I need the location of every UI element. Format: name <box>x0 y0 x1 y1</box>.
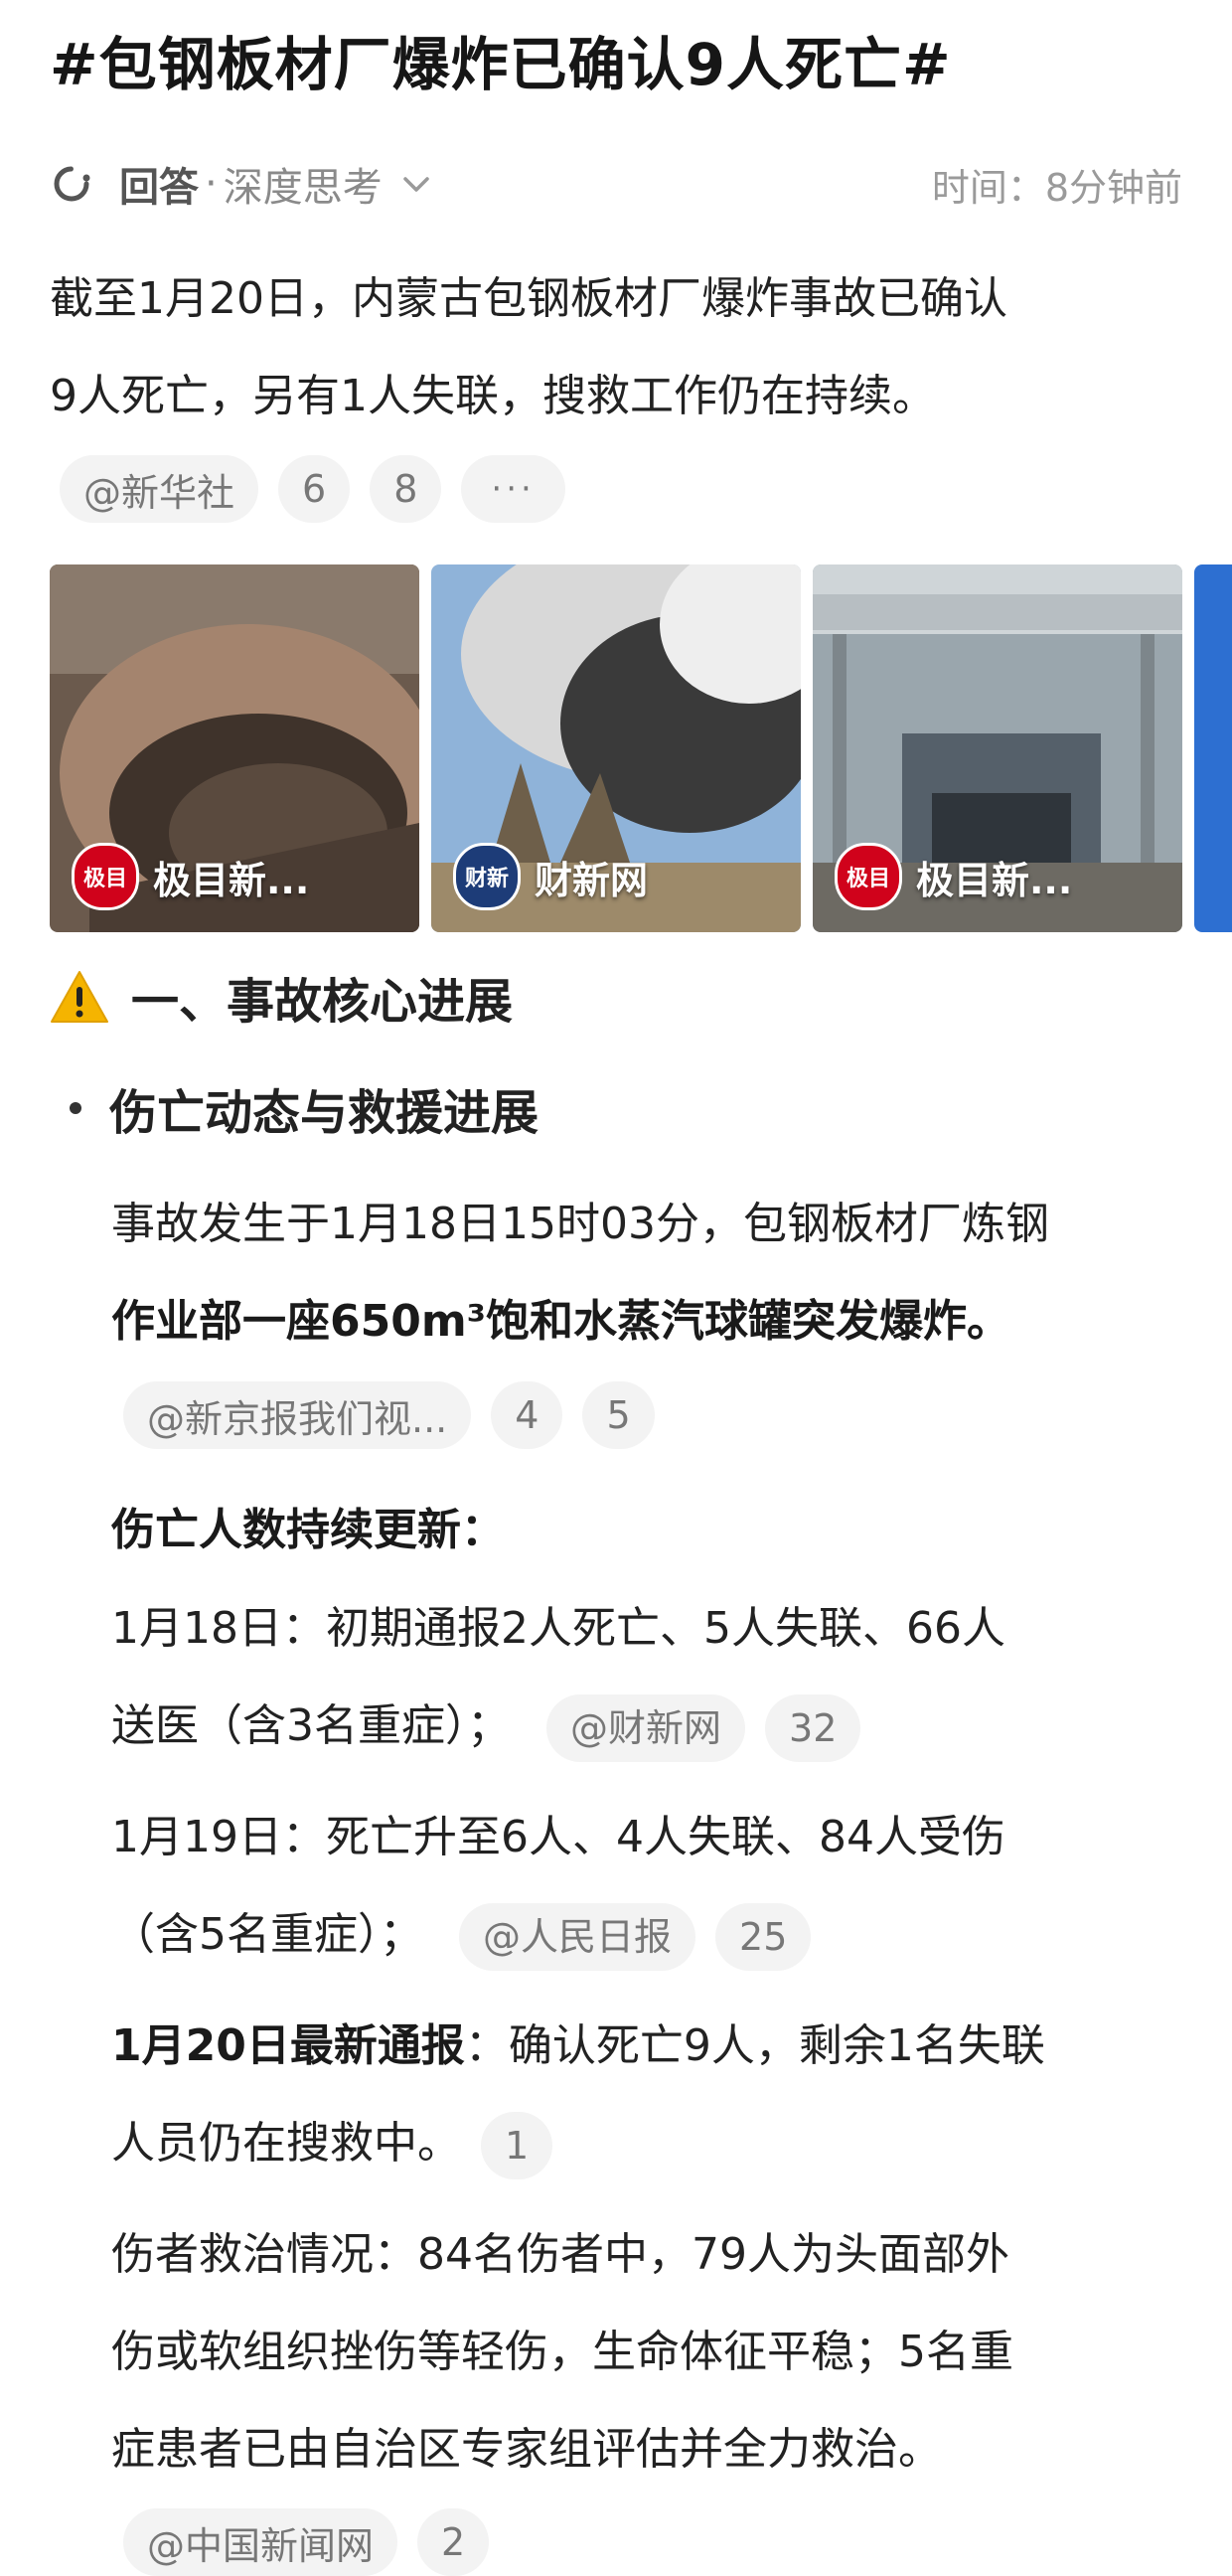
event-text: 事故发生于1月18日15时03分，包钢板材厂炼钢 作业部一座650m³饱和水蒸汽… <box>111 1176 1049 1370</box>
casualty-sources: @财新网 32 <box>546 1694 861 1762</box>
source-chip[interactable]: @新京报我们视... <box>123 1381 472 1449</box>
treatment-sources: @中国新闻网 2 <box>123 2508 490 2576</box>
bullet-heading: 伤亡动态与救援进展 <box>70 1073 539 1143</box>
jimu-news-logo: 极目 <box>72 843 139 910</box>
casualty-line: 1月18日：初期通报2人死亡、5人失联、66人 <box>111 1603 1005 1654</box>
casualty-line: 1月20日最新通报：确认死亡9人，剩余1名失联 <box>111 1998 1045 2095</box>
jimu-news-logo: 极目 <box>835 843 902 910</box>
citation-chip[interactable]: 1 <box>481 2112 553 2179</box>
source-chip[interactable]: @财新网 <box>546 1694 746 1762</box>
answer-tab[interactable]: 回答 <box>119 155 199 213</box>
citation-chip[interactable]: 32 <box>765 1694 861 1762</box>
loading-icon <box>54 166 90 202</box>
gallery-image-partial[interactable] <box>1194 564 1232 932</box>
treatment-text: 伤者救治情况：84名伤者中，79人为头面部外 伤或软组织挫伤等轻伤，生命体征平稳… <box>111 2206 1013 2498</box>
separator: · <box>205 161 218 207</box>
casualty-sources: @人民日报 25 <box>459 1903 812 1971</box>
image-source-badge: 财新 财新网 <box>453 843 648 910</box>
casualty-line-text: 送医（含3名重症）； <box>111 1700 511 1751</box>
treatment-line: 症患者已由自治区专家组评估并全力救治。 <box>111 2424 942 2475</box>
citation-chip[interactable]: 4 <box>491 1381 563 1449</box>
gallery-image[interactable]: 极目 极目新... <box>813 564 1182 932</box>
answer-header: 回答 · 深度思考 时间：8分钟前 <box>50 149 1182 219</box>
section-title: 一、事故核心进展 <box>131 974 514 1030</box>
bullet-title: 伤亡动态与救援进展 <box>109 1085 539 1141</box>
casualty-line: 1月19日：死亡升至6人、4人失联、84人受伤 <box>111 1812 1005 1862</box>
source-chip[interactable]: @人民日报 <box>459 1903 696 1971</box>
casualty-jan18: 1月18日：初期通报2人死亡、5人失联、66人 送医（含3名重症）； @财新网 … <box>111 1580 1005 1775</box>
casualty-line-text: （含5名重症）； <box>111 1909 423 1960</box>
treatment-line: 伤或软组织挫伤等轻伤，生命体征平稳；5名重 <box>111 2327 1013 2377</box>
citation-chip[interactable]: 5 <box>582 1381 655 1449</box>
casualty-line-text: 人员仍在搜救中。 <box>111 2118 461 2169</box>
chevron-down-icon[interactable] <box>398 166 434 202</box>
image-source-label: 财新网 <box>535 858 649 902</box>
citation-chip[interactable]: 6 <box>278 455 351 523</box>
casualty-line-text: ：确认死亡9人，剩余1名失联 <box>464 2020 1045 2071</box>
event-line: 事故发生于1月18日15时03分，包钢板材厂炼钢 <box>111 1199 1049 1249</box>
more-sources-button[interactable]: ··· <box>461 455 565 523</box>
image-source-label: 极目新... <box>916 858 1073 902</box>
gallery-image[interactable]: 财新 财新网 <box>431 564 801 932</box>
summary-text: 截至1月20日，内蒙古包钢板材厂爆炸事故已确认 9人死亡，另有1人失联，搜救工作… <box>50 250 1007 445</box>
source-chip[interactable]: @中国新闻网 <box>123 2508 398 2576</box>
summary-line: 截至1月20日，内蒙古包钢板材厂爆炸事故已确认 <box>50 273 1007 324</box>
citation-chip[interactable]: 2 <box>417 2508 490 2576</box>
event-line: 作业部一座650m³饱和水蒸汽球罐突发爆炸。 <box>111 1296 1010 1347</box>
casualty-line-with-sources: 人员仍在搜救中。 1 <box>111 2095 1045 2192</box>
warning-icon <box>51 971 108 1023</box>
casualty-jan20: 1月20日最新通报：确认死亡9人，剩余1名失联 人员仍在搜救中。 1 <box>111 1998 1045 2192</box>
image-source-label: 极目新... <box>153 858 310 902</box>
summary-line: 9人死亡，另有1人失联，搜救工作仍在持续。 <box>50 371 936 421</box>
source-chip[interactable]: @新华社 <box>60 455 259 523</box>
summary-sources: @新华社 6 8 ··· <box>60 455 565 523</box>
bullet-dot <box>70 1102 81 1114</box>
caixin-logo: 财新 <box>453 843 521 910</box>
casualty-jan19: 1月19日：死亡升至6人、4人失联、84人受伤 （含5名重症）； @人民日报 2… <box>111 1789 1005 1984</box>
gallery-image[interactable]: 极目 极目新... <box>50 564 419 932</box>
section-heading: 一、事故核心进展 <box>50 962 513 1032</box>
citation-chip[interactable]: 25 <box>715 1903 812 1971</box>
image-source-badge: 极目 极目新... <box>835 843 1072 910</box>
citation-chip[interactable]: 8 <box>370 455 442 523</box>
image-source-badge: 极目 极目新... <box>72 843 309 910</box>
casualty-sources: 1 <box>481 2112 553 2179</box>
page: #包钢板材厂爆炸已确认9人死亡# 回答 · 深度思考 时间：8分钟前 截至1月2… <box>0 0 1232 2576</box>
page-title: #包钢板材厂爆炸已确认9人死亡# <box>50 31 952 98</box>
casualty-heading: 伤亡人数持续更新： <box>111 1505 505 1555</box>
event-sources: @新京报我们视... 4 5 <box>123 1381 655 1449</box>
deep-thinking-toggle[interactable]: 深度思考 <box>224 155 383 213</box>
timestamp: 时间：8分钟前 <box>931 165 1182 210</box>
image-gallery: 极目 极目新... 财新 财新网 极目 极目新... <box>50 564 1232 932</box>
treatment-line: 伤者救治情况：84名伤者中，79人为头面部外 <box>111 2229 1009 2280</box>
casualty-line-with-sources: 送医（含3名重症）； @财新网 32 <box>111 1678 1005 1775</box>
casualty-line-with-sources: （含5名重症）； @人民日报 25 <box>111 1886 1005 1984</box>
casualty-bold-label: 1月20日最新通报 <box>111 2020 465 2071</box>
